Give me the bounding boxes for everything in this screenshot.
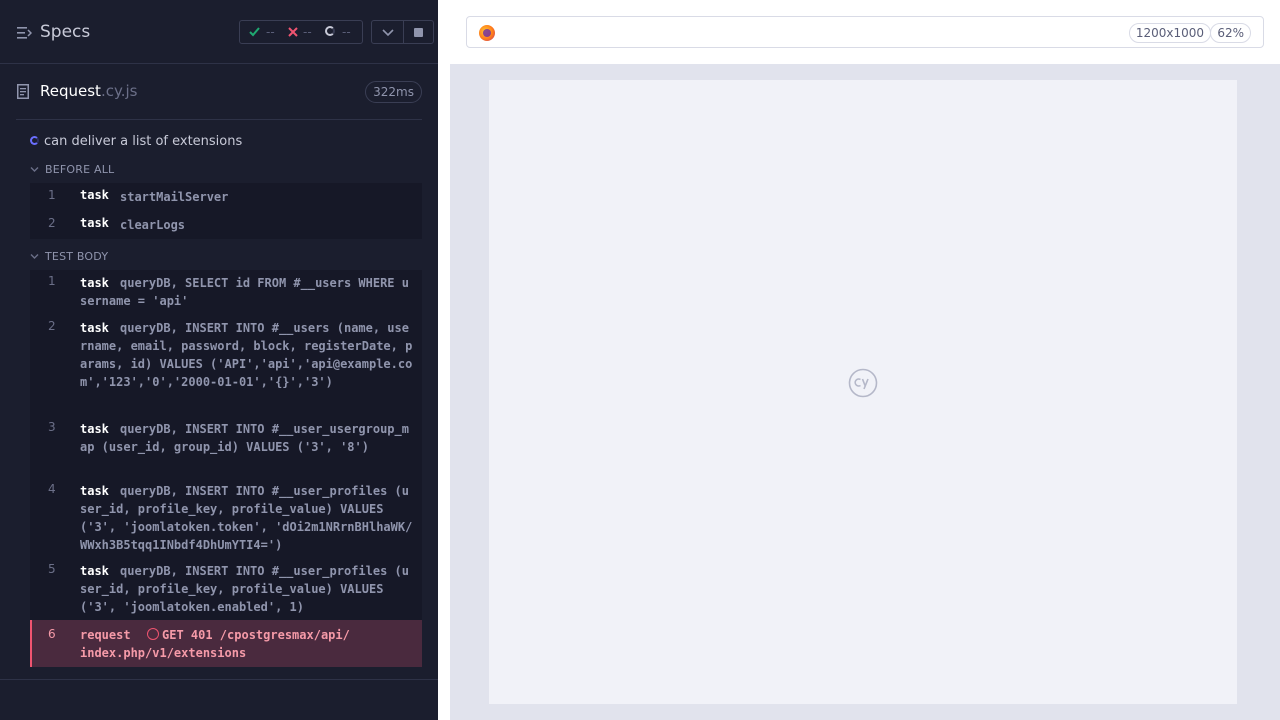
- command-number: 3: [48, 420, 56, 434]
- hook-test-body[interactable]: TEST BODY: [30, 250, 108, 263]
- command-message: task queryDB, INSERT INTO #__user_profile…: [80, 562, 416, 616]
- command-name: task: [80, 276, 109, 290]
- firefox-icon[interactable]: [479, 25, 495, 41]
- command-number: 4: [48, 482, 56, 496]
- command-message: task queryDB, INSERT INTO #__user_profile…: [80, 482, 416, 554]
- command-name: task: [80, 564, 109, 578]
- command-text: queryDB, INSERT INTO #__user_profiles (u…: [80, 564, 409, 614]
- command-number: 6: [48, 627, 56, 641]
- stop-icon[interactable]: [414, 28, 423, 37]
- specs-list-icon[interactable]: [17, 26, 32, 40]
- pending-count: --: [342, 25, 351, 39]
- command-row[interactable]: 5 task queryDB, INSERT INTO #__user_profi…: [30, 562, 422, 616]
- cypress-logo-icon: [848, 368, 878, 398]
- spec-ext: .cy.js: [100, 82, 138, 100]
- chevron-down-icon: [30, 166, 39, 172]
- command-row[interactable]: 3 task queryDB, INSERT INTO #__user_userg…: [30, 420, 422, 474]
- test-stats: -- -- --: [239, 20, 363, 44]
- command-name: task: [80, 321, 109, 335]
- command-name: task: [80, 422, 109, 436]
- preview-header: 1200x1000 62%: [438, 0, 1280, 64]
- divider: [403, 21, 404, 43]
- command-text: queryDB, INSERT INTO #__user_profiles (u…: [80, 484, 413, 552]
- running-spinner-icon: [30, 136, 39, 145]
- app-under-test-frame[interactable]: [489, 80, 1237, 704]
- command-row[interactable]: 1 task queryDB, SELECT id FROM #__users W…: [30, 274, 422, 314]
- chevron-down-icon[interactable]: [382, 27, 394, 37]
- command-message: startMailServer: [120, 190, 229, 204]
- command-name: task: [80, 188, 109, 202]
- command-number: 1: [48, 188, 56, 202]
- spec-name: Request: [40, 82, 101, 100]
- command-text: queryDB, INSERT INTO #__users (name, use…: [80, 321, 413, 389]
- command-text: queryDB, SELECT id FROM #__users WHERE u…: [80, 276, 409, 308]
- app-preview-panel: 1200x1000 62%: [438, 0, 1280, 720]
- command-row[interactable]: 4 task queryDB, INSERT INTO #__user_profi…: [30, 482, 422, 554]
- command-row[interactable]: 2 task queryDB, INSERT INTO #__users (nam…: [30, 319, 422, 409]
- hook-before-all[interactable]: BEFORE ALL: [30, 163, 114, 176]
- command-message: task queryDB, SELECT id FROM #__users WHE…: [80, 274, 416, 310]
- spec-file-row: Request.cy.js 322ms: [16, 64, 422, 120]
- divider: [0, 679, 438, 680]
- failed-count: --: [303, 25, 312, 39]
- reporter-header: Specs -- -- --: [0, 0, 438, 64]
- hook-label: BEFORE ALL: [45, 163, 115, 176]
- command-name: task: [80, 216, 109, 230]
- viewport-size-badge[interactable]: 1200x1000: [1128, 23, 1211, 43]
- file-icon: [17, 84, 29, 99]
- command-number: 5: [48, 562, 56, 576]
- failed-circle-icon: [147, 628, 159, 640]
- command-message-continued: index.php/v1/extensions: [80, 646, 247, 660]
- check-icon: [249, 27, 260, 37]
- command-number: 1: [48, 274, 56, 288]
- pending-icon: [325, 26, 335, 36]
- url-bar: 1200x1000 62%: [466, 16, 1264, 48]
- command-number: 2: [48, 216, 56, 230]
- command-number: 2: [48, 319, 56, 333]
- run-controls: [371, 20, 434, 44]
- command-message: task queryDB, INSERT INTO #__user_usergro…: [80, 420, 416, 456]
- command-name: request: [80, 628, 131, 642]
- test-title[interactable]: can deliver a list of extensions: [30, 134, 242, 149]
- reporter-panel: Specs -- -- -- Request.cy.js 322ms can d…: [0, 0, 438, 720]
- command-message: clearLogs: [120, 218, 186, 232]
- command-message: GET 401 /cpostgresmax/api/: [162, 628, 350, 642]
- passed-count: --: [266, 25, 275, 39]
- panel-edge: [438, 64, 450, 720]
- test-body-commands: 1 task queryDB, SELECT id FROM #__users W…: [30, 270, 422, 620]
- specs-title[interactable]: Specs: [40, 22, 90, 42]
- before-all-commands: 1 task startMailServer 2 task clearLogs: [30, 183, 422, 239]
- x-icon: [288, 27, 298, 37]
- command-message: task queryDB, INSERT INTO #__users (name,…: [80, 319, 416, 391]
- spec-duration: 322ms: [365, 81, 422, 103]
- hook-label: TEST BODY: [45, 250, 109, 263]
- chevron-down-icon: [30, 253, 39, 259]
- test-title-text: can deliver a list of extensions: [44, 134, 243, 149]
- zoom-badge[interactable]: 62%: [1210, 23, 1251, 43]
- spec-file-name[interactable]: Request.cy.js: [40, 82, 137, 100]
- failed-command-row[interactable]: 6 request GET 401 /cpostgresmax/api/ ind…: [30, 620, 422, 667]
- command-text: queryDB, INSERT INTO #__user_usergroup_m…: [80, 422, 409, 454]
- command-name: task: [80, 484, 109, 498]
